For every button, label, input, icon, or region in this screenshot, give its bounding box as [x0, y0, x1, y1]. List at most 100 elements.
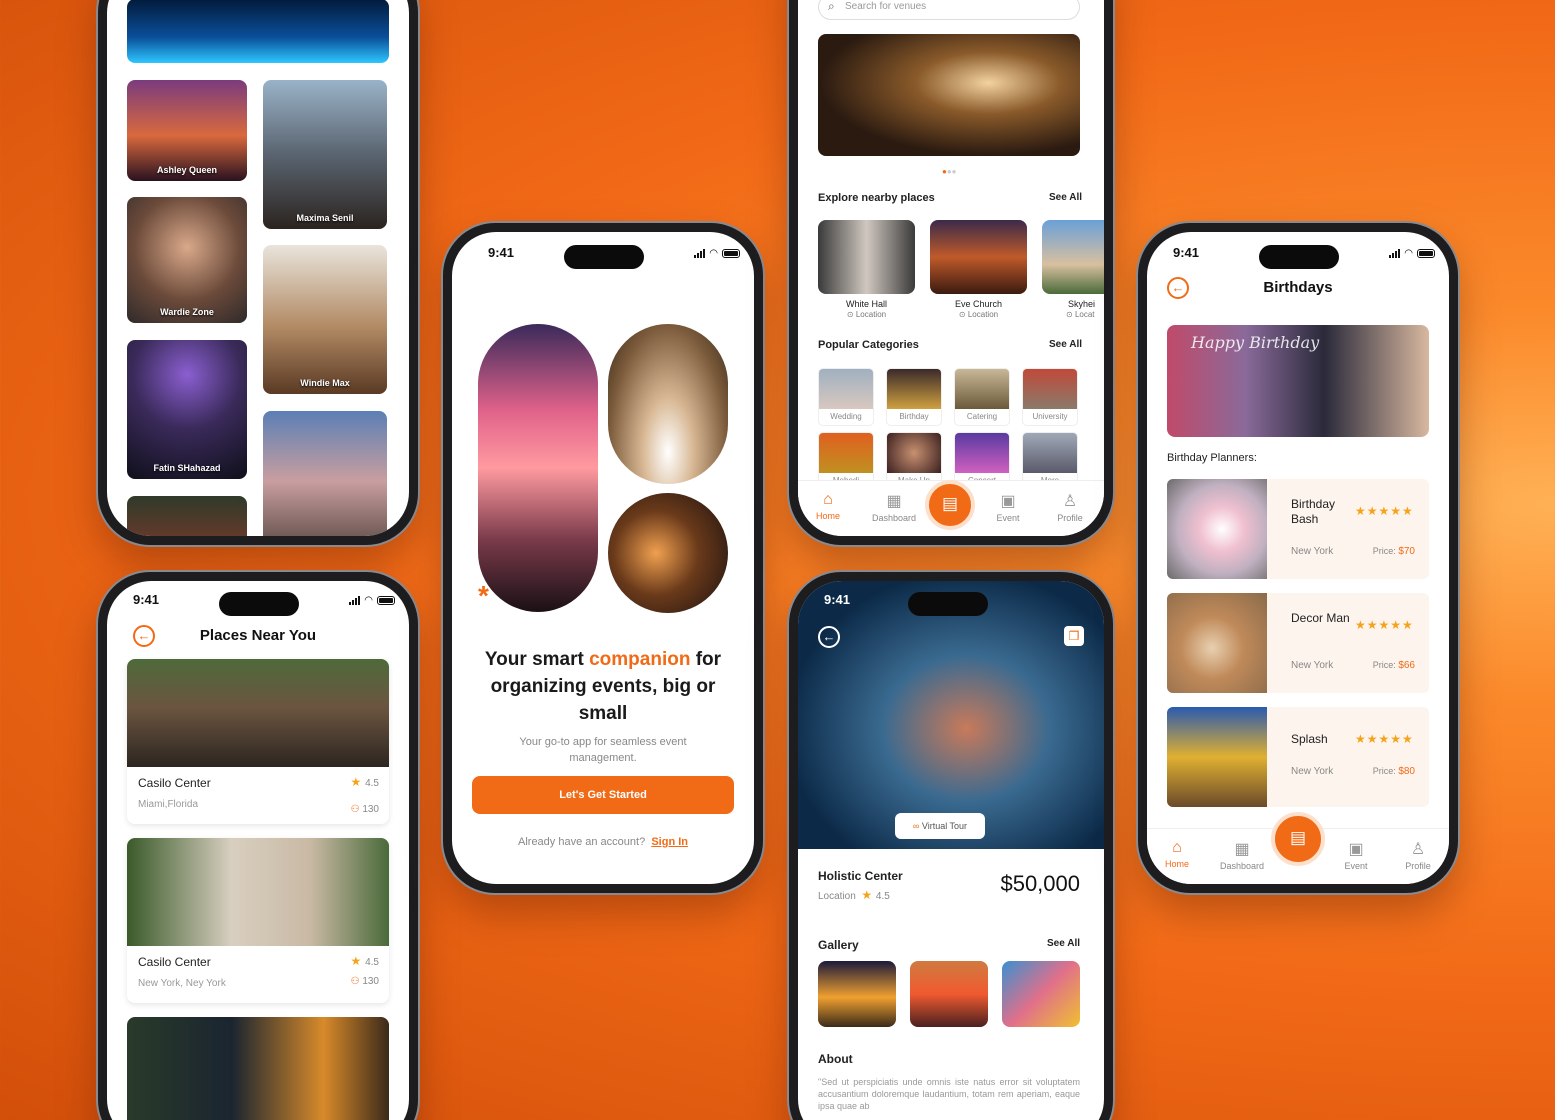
nearby-name: White Hall [845, 299, 887, 309]
status-icons: ◠ [349, 595, 395, 606]
dynamic-island [1259, 245, 1339, 269]
gallery-card[interactable]: Maxima Senil [263, 80, 387, 229]
birthdays-screen: 9:41 ◠ ← Birthdays Happy Birthday Birthd… [1147, 232, 1449, 884]
back-button[interactable]: ← [818, 626, 840, 648]
gallery-thumb[interactable] [818, 961, 896, 1027]
category-tile[interactable]: Catering [954, 368, 1010, 426]
gallery-card[interactable]: Wardie Zone [127, 197, 247, 323]
planner-photo [1167, 593, 1267, 693]
signal-icon [349, 596, 361, 605]
welcome-phone: 9:41 ◠ * Your smart companion for organi… [443, 223, 763, 893]
gallery-card[interactable] [263, 411, 387, 536]
nearby-card[interactable] [930, 220, 1027, 294]
battery-icon [722, 249, 740, 258]
bookmark-icon[interactable]: ❒ [1064, 626, 1084, 646]
gallery-card[interactable]: Windie Max [263, 245, 387, 394]
nearby-location: ⊙ Location [958, 310, 999, 319]
category-tile[interactable]: University [1022, 368, 1078, 426]
virtual-tour-button[interactable]: ∞ Virtual Tour [895, 813, 985, 839]
nearby-name: Skyhei [1068, 299, 1096, 309]
gallery-card[interactable] [127, 496, 247, 536]
dynamic-island [219, 592, 299, 616]
sign-in-link[interactable]: Sign In [651, 836, 688, 848]
banner-text: Happy Birthday [1191, 333, 1320, 352]
calendar-fab[interactable]: ▤ [925, 480, 975, 530]
nav-profile[interactable]: ♙ Profile [1040, 491, 1100, 523]
nearby-name: Eve Church [954, 299, 1003, 309]
nav-home[interactable]: ⌂ Home [798, 491, 858, 521]
place-rating: ★ 4.5 [350, 775, 379, 789]
planner-card[interactable]: Splash ★★★★★ New York Price: $80 [1167, 707, 1429, 807]
pin-icon: ⊙ [1066, 310, 1073, 319]
gallery-thumb[interactable] [1002, 961, 1080, 1027]
gallery-card[interactable]: Fatin SHahazad [127, 340, 247, 479]
planner-card[interactable]: Decor Man ★★★★★ New York Price: $66 [1167, 593, 1429, 693]
card-label: Ashley Queen [156, 165, 218, 175]
categories-title: Popular Categories [818, 339, 919, 351]
star-icon: ★ [350, 775, 363, 789]
planner-price: Price: $70 [1372, 546, 1415, 557]
gallery-thumb[interactable] [910, 961, 988, 1027]
category-tile[interactable]: Birthday [886, 368, 942, 426]
nav-event[interactable]: ▣ Event [1326, 839, 1386, 871]
see-all-link[interactable]: See All [1047, 938, 1080, 949]
status-icons: ◠ [694, 248, 740, 259]
planner-card[interactable]: Birthday Bash ★★★★★ New York Price: $70 [1167, 479, 1429, 579]
planner-price: Price: $80 [1372, 766, 1415, 777]
place-card[interactable] [127, 1017, 389, 1120]
planners-title: Birthday Planners: [1167, 452, 1257, 464]
nav-profile[interactable]: ♙ Profile [1388, 839, 1448, 871]
concert-banner[interactable] [127, 0, 389, 63]
see-all-link[interactable]: See All [1049, 192, 1082, 203]
search-input[interactable]: ⌕ Search for venues [818, 0, 1080, 20]
place-capacity: ⚇ 130 [350, 804, 379, 815]
place-name: Casilo Center [138, 776, 211, 790]
featured-venue-image[interactable] [818, 34, 1080, 156]
rating-stars: ★★★★★ [1355, 732, 1414, 746]
calendar-fab[interactable]: ▤ [1271, 812, 1325, 866]
welcome-screen: 9:41 ◠ * Your smart companion for organi… [452, 232, 754, 884]
status-time: 9:41 [133, 592, 160, 607]
gallery-screen: Ashley Queen Maxima Senil Wardie Zone Wi… [107, 0, 409, 536]
see-all-link[interactable]: See All [1049, 339, 1082, 350]
wifi-icon: ◠ [364, 595, 373, 606]
headline: Your smart companion for organizing even… [484, 649, 722, 724]
planner-photo [1167, 707, 1267, 807]
nearby-card[interactable] [1042, 220, 1104, 294]
places-screen: 9:41 ◠ ← Places Near You Casilo Center M… [107, 581, 409, 1120]
calendar-icon: ▤ [1289, 828, 1307, 847]
home-screen: ⌕ Search for venues ●●● Explore nearby p… [798, 0, 1104, 536]
place-card[interactable]: Casilo Center Miami,Florida ★ 4.5 ⚇ 130 [127, 659, 389, 824]
people-icon: ⚇ [350, 804, 360, 815]
place-card[interactable]: Casilo Center New York, Ney York ★ 4.5 ⚇… [127, 838, 389, 1003]
category-tile[interactable]: Wedding [818, 368, 874, 426]
signin-row: Already have an account? Sign In [518, 836, 688, 848]
star-icon: ★ [350, 954, 363, 968]
place-rating: ★ 4.5 [350, 954, 379, 968]
star-icon: ★ [861, 888, 874, 902]
nav-dashboard[interactable]: ▦ Dashboard [864, 491, 924, 523]
nav-home[interactable]: ⌂ Home [1147, 839, 1207, 869]
dynamic-island [908, 592, 988, 616]
get-started-button[interactable]: Let's Get Started [472, 776, 734, 814]
birthday-banner: Happy Birthday [1167, 325, 1429, 437]
gallery-card[interactable]: Ashley Queen [127, 80, 247, 181]
calendar-icon: ▤ [941, 494, 959, 513]
planner-city: New York [1291, 546, 1334, 557]
gallery-title: Gallery [818, 938, 859, 952]
event-icon: ▣ [1000, 493, 1016, 510]
card-label: Maxima Senil [296, 213, 354, 223]
planner-city: New York [1291, 660, 1334, 671]
about-text: "Sed ut perspiciatis unde omnis iste nat… [818, 1077, 1080, 1111]
nav-dashboard[interactable]: ▦ Dashboard [1212, 839, 1272, 871]
signal-icon [694, 249, 706, 258]
home-icon: ⌂ [1172, 839, 1182, 856]
event-icon: ▣ [1348, 841, 1364, 858]
fireworks-image [478, 324, 598, 612]
nearby-card[interactable] [818, 220, 915, 294]
venue-meta: Location ★ 4.5 [818, 888, 890, 902]
planner-name: Decor Man [1291, 611, 1350, 625]
pin-icon: ⊙ [958, 310, 966, 319]
nav-event[interactable]: ▣ Event [978, 491, 1038, 523]
people-icon: ⚇ [350, 976, 360, 987]
